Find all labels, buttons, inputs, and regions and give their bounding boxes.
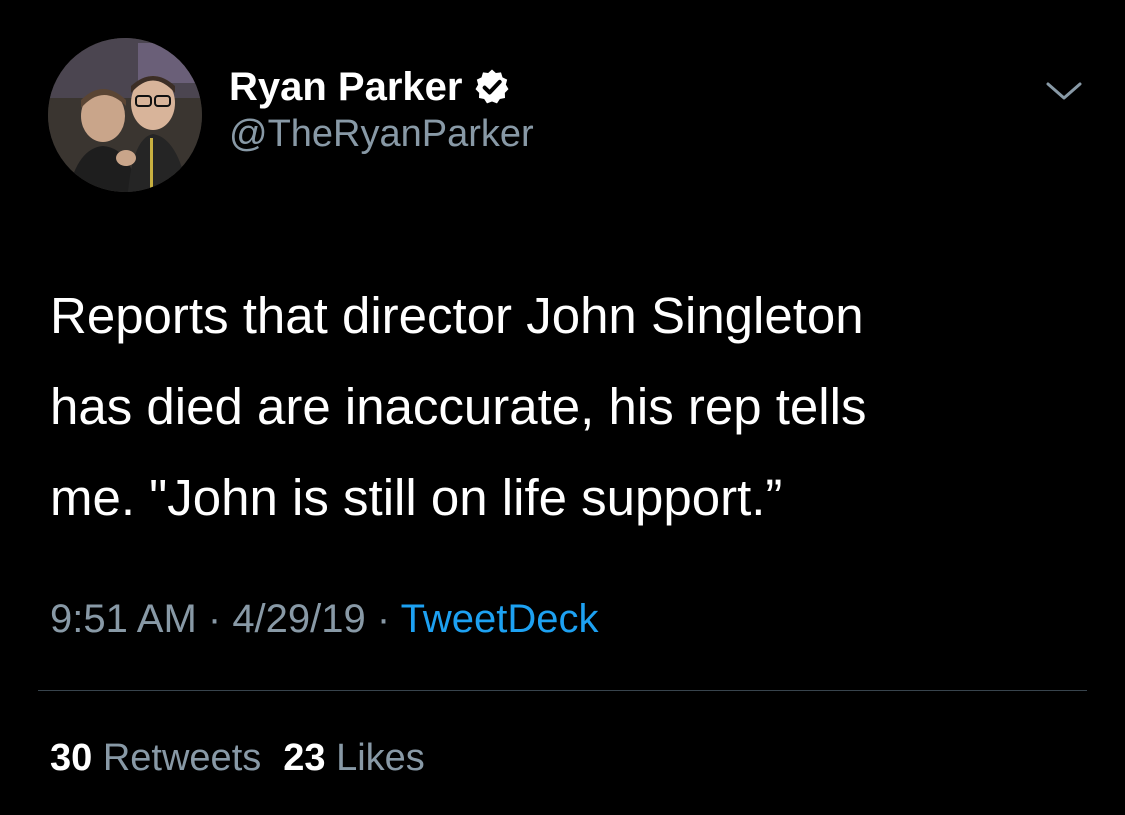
tweet-time[interactable]: 9:51 AM xyxy=(50,597,197,641)
tweet-card: Ryan Parker @TheRyanParker Reports that … xyxy=(0,0,1125,815)
display-name[interactable]: Ryan Parker xyxy=(229,65,462,110)
tweet-text-line: me. "John is still on life support.” xyxy=(50,469,783,526)
tweet-date[interactable]: 4/29/19 xyxy=(232,597,365,641)
tweet-stats: 30 Retweets 23 Likes xyxy=(50,737,425,780)
tweet-text-line: Reports that director John Singleton xyxy=(50,287,864,344)
tweet-text-line: has died are inaccurate, his rep tells xyxy=(50,378,867,435)
avatar[interactable] xyxy=(48,38,202,192)
user-handle[interactable]: @TheRyanParker xyxy=(229,113,534,156)
meta-separator: · xyxy=(365,597,401,641)
profile-photo-icon xyxy=(48,38,202,192)
tweet-text: Reports that director John Singleton has… xyxy=(50,270,1090,543)
retweets-stat[interactable]: 30 Retweets xyxy=(50,737,261,779)
retweets-label: Retweets xyxy=(102,737,262,779)
verified-badge-icon xyxy=(475,69,509,104)
tweet-meta: 9:51 AM · 4/29/19 · TweetDeck xyxy=(50,597,598,642)
likes-stat[interactable]: 23 Likes xyxy=(283,737,425,779)
likes-count: 23 xyxy=(283,737,326,779)
tweet-source-link[interactable]: TweetDeck xyxy=(401,597,599,641)
divider xyxy=(38,690,1087,691)
author-block: Ryan Parker @TheRyanParker xyxy=(229,63,534,156)
retweets-count: 30 xyxy=(50,737,93,779)
meta-separator: · xyxy=(196,597,233,641)
chevron-down-icon[interactable] xyxy=(1044,76,1084,106)
likes-label: Likes xyxy=(336,737,425,779)
name-row: Ryan Parker xyxy=(229,63,534,111)
